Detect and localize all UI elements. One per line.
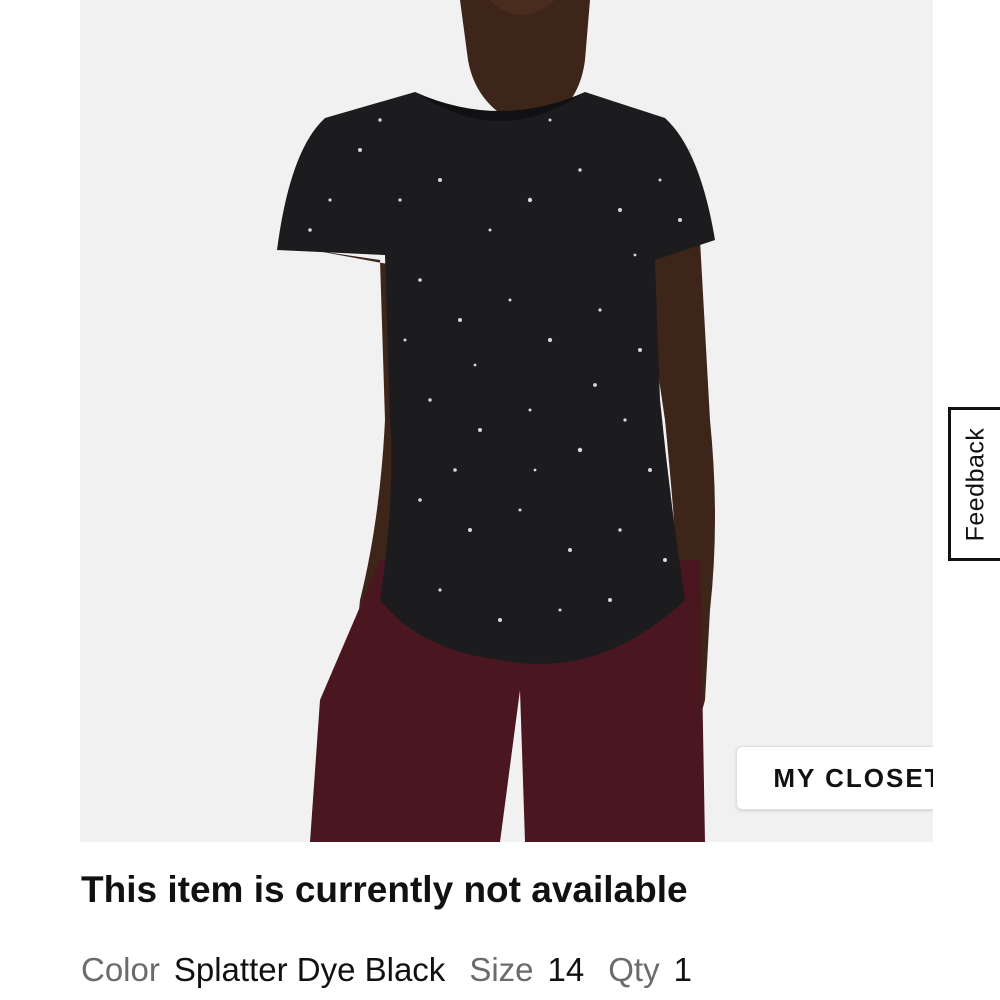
availability-message: This item is currently not available <box>81 869 688 910</box>
color-label: Color <box>81 951 160 988</box>
feedback-label: Feedback <box>961 427 990 541</box>
feedback-tab[interactable]: Feedback <box>948 407 1000 561</box>
qty-value: 1 <box>673 951 692 988</box>
qty-label: Qty <box>608 951 660 988</box>
product-details: Color Splatter Dye Black Size 14 Qty 1 <box>81 951 692 989</box>
product-image[interactable]: MY CLOSET <box>80 0 933 842</box>
size-value: 14 <box>547 951 585 988</box>
product-page: MY CLOSET Feedback This item is currentl… <box>0 0 1000 1000</box>
color-value: Splatter Dye Black <box>173 951 446 988</box>
product-photo-illustration <box>80 0 933 842</box>
size-label: Size <box>469 951 534 988</box>
my-closet-button[interactable]: MY CLOSET <box>736 746 933 810</box>
